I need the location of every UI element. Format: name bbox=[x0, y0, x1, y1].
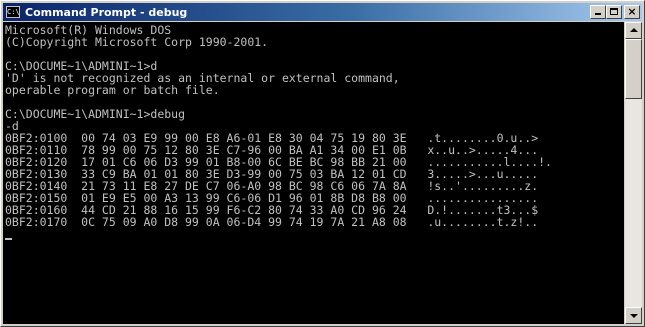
console-line: C:\DOCUME~1\ADMINI~1>debug bbox=[5, 107, 186, 121]
text-cursor bbox=[5, 238, 12, 240]
vertical-scrollbar[interactable] bbox=[625, 22, 642, 324]
console-line: 0BF2:0170 0C 75 09 A0 D8 99 0A 06-D4 99 … bbox=[5, 215, 539, 229]
title-bar[interactable]: C:\ Command Prompt - debug × bbox=[3, 3, 642, 21]
console-line: operable program or batch file. bbox=[5, 83, 220, 97]
maximize-icon bbox=[610, 8, 618, 15]
scroll-thumb[interactable] bbox=[625, 39, 642, 99]
window-title: Command Prompt - debug bbox=[25, 5, 188, 19]
close-icon: × bbox=[627, 5, 637, 18]
minimize-icon bbox=[595, 13, 601, 15]
command-prompt-window: C:\ Command Prompt - debug × Microsoft(R… bbox=[0, 0, 645, 327]
console-prompt-line: - bbox=[5, 228, 552, 240]
console-output[interactable]: Microsoft(R) Windows DOS (C)Copyright Mic… bbox=[3, 22, 624, 324]
command-prompt-icon[interactable]: C:\ bbox=[6, 6, 20, 18]
window-controls: × bbox=[590, 5, 640, 19]
minimize-button[interactable] bbox=[590, 5, 606, 19]
console-line: (C)Copyright Microsoft Corp 1990-2001. bbox=[5, 35, 269, 49]
console-text: Microsoft(R) Windows DOS (C)Copyright Mic… bbox=[5, 24, 552, 240]
scroll-down-button[interactable] bbox=[625, 307, 642, 324]
arrow-up-icon bbox=[630, 28, 638, 32]
close-button[interactable]: × bbox=[624, 5, 640, 19]
arrow-down-icon bbox=[630, 314, 638, 318]
scroll-up-button[interactable] bbox=[625, 22, 642, 39]
maximize-button[interactable] bbox=[606, 5, 622, 19]
